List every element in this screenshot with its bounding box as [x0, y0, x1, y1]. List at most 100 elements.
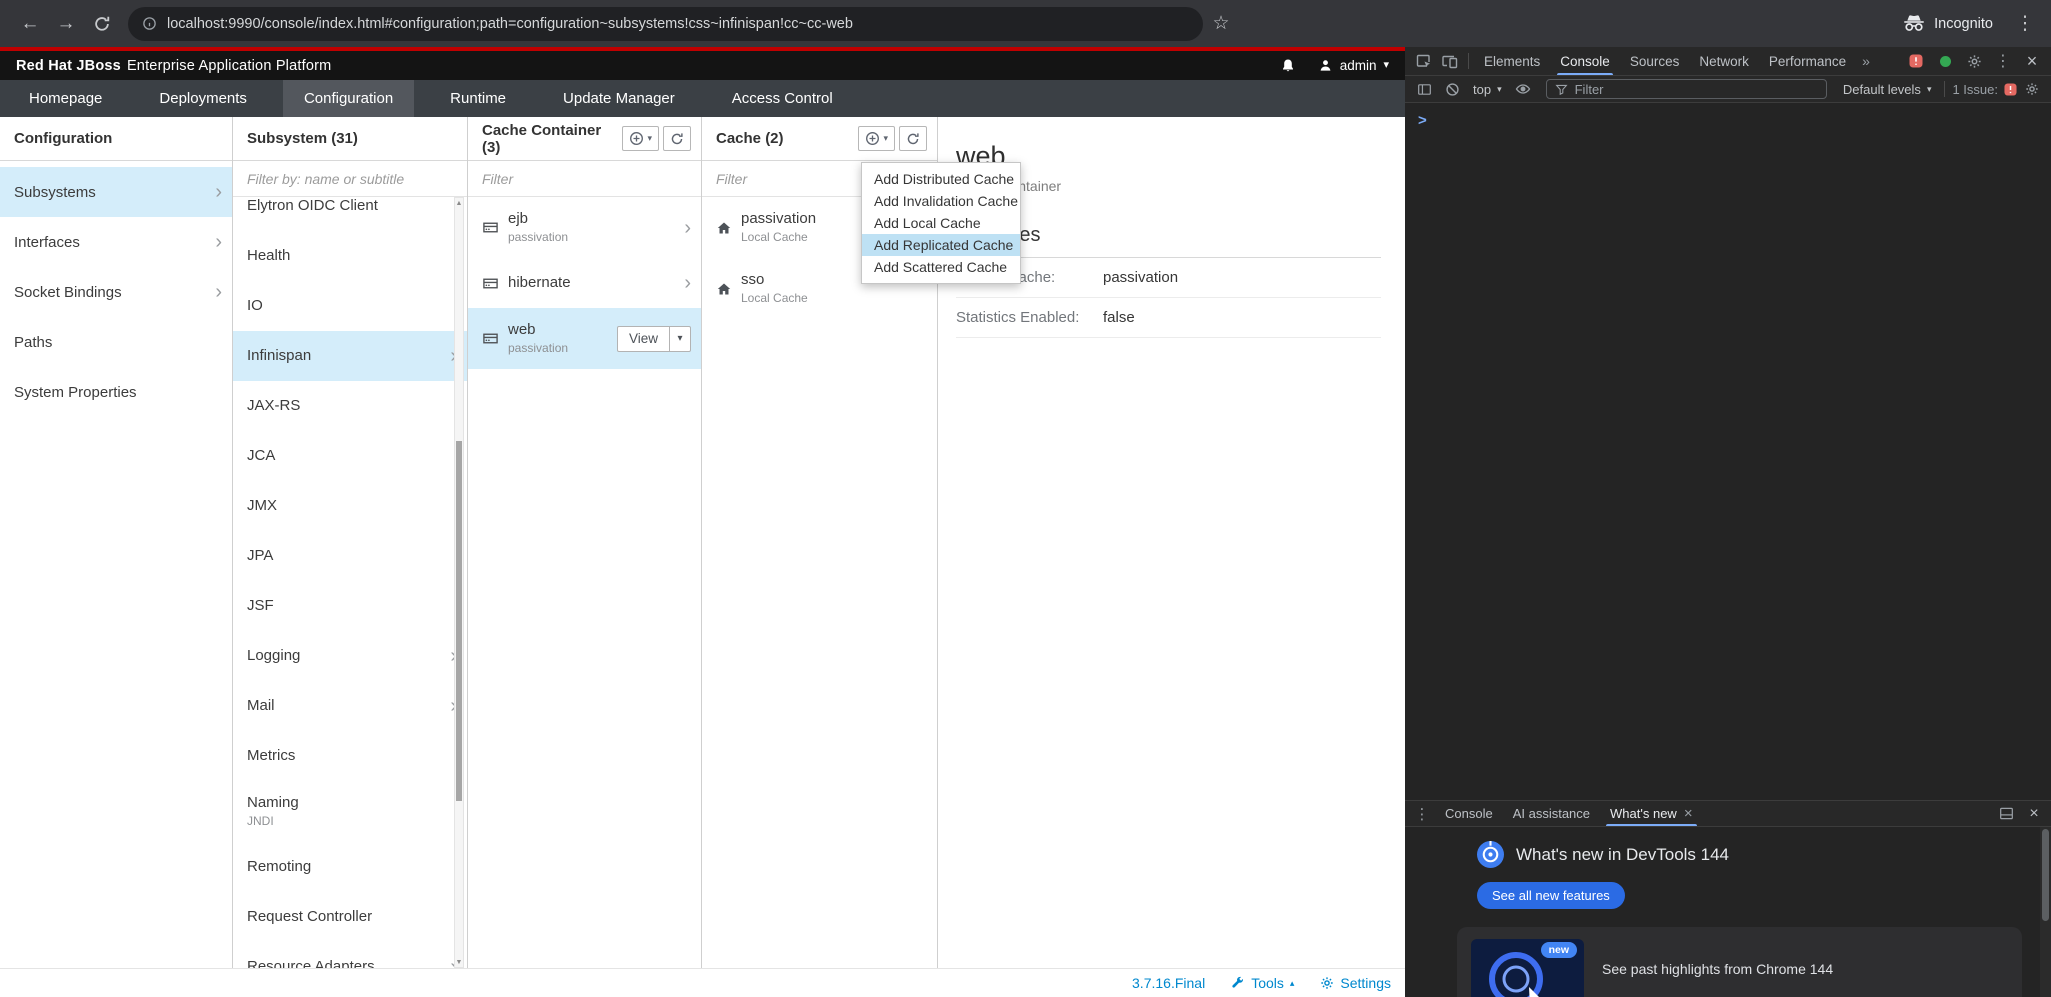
finder-item-web[interactable]: webpassivationView▾ [468, 308, 701, 369]
view-caret-icon[interactable]: ▾ [669, 327, 690, 351]
highlights-card[interactable]: new See past highlights from Chrome 144 [1457, 927, 2022, 997]
inspect-element-icon[interactable] [1411, 49, 1437, 73]
finder-item-ejb[interactable]: ejbpassivation› [468, 197, 701, 258]
device-toolbar-icon[interactable] [1437, 49, 1463, 73]
menu-item-add-local-cache[interactable]: Add Local Cache [862, 212, 1020, 234]
drawer-close-icon[interactable]: × [2021, 802, 2047, 826]
devtools-settings-gear-icon[interactable] [1961, 49, 1987, 73]
finder-item-request-controller[interactable]: Request Controller [233, 892, 467, 942]
finder-item-jax-rs[interactable]: JAX-RS [233, 381, 467, 431]
devtools-tab-sources[interactable]: Sources [1620, 47, 1690, 75]
devtools-tab-performance[interactable]: Performance [1759, 47, 1856, 75]
finder-item-interfaces[interactable]: Interfaces› [0, 217, 232, 267]
back-icon[interactable]: ← [12, 6, 48, 42]
nav-tab-configuration[interactable]: Configuration [283, 80, 414, 117]
close-icon[interactable]: × [1684, 806, 1693, 821]
status-dot-icon[interactable] [1932, 49, 1958, 73]
scrollbar[interactable]: ▲ ▼ [454, 197, 464, 968]
settings-menu[interactable]: Settings [1320, 975, 1391, 991]
devtools-tab-network[interactable]: Network [1689, 47, 1759, 75]
clear-console-icon[interactable] [1439, 77, 1465, 101]
subsystem-filter-input[interactable] [233, 161, 467, 196]
version-label[interactable]: 3.7.16.Final [1132, 975, 1205, 991]
drawer-tab-ai-assistance[interactable]: AI assistance [1503, 801, 1600, 826]
scrollbar[interactable] [2040, 827, 2051, 997]
devtools-close-icon[interactable]: × [2019, 49, 2045, 73]
add-circle-icon [629, 131, 644, 146]
finder-item-resource-adapters[interactable]: Resource Adapters› [233, 942, 467, 968]
scrollbar-thumb[interactable] [2042, 829, 2049, 921]
issues-badge-icon[interactable] [1903, 49, 1929, 73]
drawer-tab-console[interactable]: Console [1435, 801, 1503, 826]
url-bar[interactable]: localhost:9990/console/index.html#config… [128, 7, 1203, 41]
refresh-button[interactable] [899, 126, 927, 151]
eye-icon[interactable] [1510, 77, 1536, 101]
finder-item-paths[interactable]: Paths [0, 317, 232, 367]
menu-item-add-invalidation-cache[interactable]: Add Invalidation Cache [862, 190, 1020, 212]
notifications-bell-icon[interactable] [1280, 58, 1296, 74]
console-filter-field[interactable] [1546, 79, 1827, 99]
nav-tab-homepage[interactable]: Homepage [8, 80, 123, 117]
finder-item-socket-bindings[interactable]: Socket Bindings› [0, 267, 232, 317]
tools-menu[interactable]: Tools ▴ [1231, 975, 1294, 991]
finder-item-system-properties[interactable]: System Properties [0, 367, 232, 417]
menu-item-add-replicated-cache[interactable]: Add Replicated Cache [862, 234, 1020, 256]
add-cache-button[interactable]: ▾ [858, 126, 895, 151]
console-settings-gear-icon[interactable] [2019, 77, 2045, 101]
scrollbar-thumb[interactable] [456, 441, 462, 801]
add-cache-container-button[interactable]: ▾ [622, 126, 659, 151]
drawer-tab-what-s-new[interactable]: What's new× [1600, 801, 1703, 826]
finder-item-subsystems[interactable]: Subsystems› [0, 167, 232, 217]
context-selector[interactable]: top ▾ [1467, 82, 1508, 97]
finder-item-text: Metrics [247, 747, 295, 766]
finder-item-jca[interactable]: JCA [233, 431, 467, 481]
see-all-features-button[interactable]: See all new features [1477, 882, 1625, 909]
finder-item-naming[interactable]: NamingJNDI [233, 781, 467, 842]
cache-container-filter-input[interactable] [468, 161, 701, 196]
finder-item-label: IO [247, 297, 263, 316]
devtools-tab-console[interactable]: Console [1550, 47, 1620, 75]
finder-item-logging[interactable]: Logging› [233, 631, 467, 681]
finder-item-elytron-oidc-client[interactable]: Elytron OIDC Client [233, 197, 467, 231]
devtools-tab-elements[interactable]: Elements [1474, 47, 1550, 75]
finder-item-io[interactable]: IO [233, 281, 467, 331]
reload-icon[interactable] [84, 6, 120, 42]
drawer-menu-icon[interactable]: ⋮ [1409, 802, 1435, 826]
scroll-down-icon[interactable]: ▼ [455, 957, 463, 967]
url-text[interactable]: localhost:9990/console/index.html#config… [167, 16, 853, 32]
finder-item-metrics[interactable]: Metrics [233, 731, 467, 781]
forward-icon[interactable]: → [48, 6, 84, 42]
finder-item-jsf[interactable]: JSF [233, 581, 467, 631]
console-output[interactable]: > [1405, 103, 2051, 800]
finder-item-mail[interactable]: Mail› [233, 681, 467, 731]
nav-tab-update-manager[interactable]: Update Manager [542, 80, 696, 117]
console-sidebar-icon[interactable] [1411, 77, 1437, 101]
menu-item-add-scattered-cache[interactable]: Add Scattered Cache [862, 256, 1020, 278]
finder-item-hibernate[interactable]: hibernate› [468, 258, 701, 308]
refresh-icon [906, 132, 920, 146]
menu-item-add-distributed-cache[interactable]: Add Distributed Cache [862, 168, 1020, 190]
refresh-button[interactable] [663, 126, 691, 151]
console-filter-input[interactable] [1575, 82, 1818, 97]
console-prompt[interactable]: > [1418, 112, 1427, 129]
nav-tab-runtime[interactable]: Runtime [429, 80, 527, 117]
issues-counter[interactable]: 1 Issue: [1952, 82, 2017, 97]
dock-panel-icon[interactable] [1993, 802, 2019, 826]
site-info-icon[interactable] [142, 16, 157, 31]
finder-item-jmx[interactable]: JMX [233, 481, 467, 531]
finder-item-infinispan[interactable]: Infinispan› [233, 331, 467, 381]
finder-item-health[interactable]: Health [233, 231, 467, 281]
devtools-menu-icon[interactable]: ⋮ [1990, 49, 2016, 73]
nav-tab-deployments[interactable]: Deployments [138, 80, 268, 117]
log-levels-selector[interactable]: Default levels ▾ [1837, 82, 1938, 97]
nav-tab-access-control[interactable]: Access Control [711, 80, 854, 117]
bookmark-star-icon[interactable]: ☆ [1203, 6, 1239, 42]
more-tabs-icon[interactable]: » [1856, 53, 1876, 69]
finder-item-label: System Properties [14, 384, 137, 401]
view-button[interactable]: View▾ [617, 326, 691, 352]
finder-item-remoting[interactable]: Remoting [233, 842, 467, 892]
finder-item-jpa[interactable]: JPA [233, 531, 467, 581]
scroll-up-icon[interactable]: ▲ [455, 198, 463, 208]
user-menu[interactable]: admin ▾ [1318, 58, 1389, 73]
browser-menu-icon[interactable]: ⋮ [2007, 6, 2043, 42]
